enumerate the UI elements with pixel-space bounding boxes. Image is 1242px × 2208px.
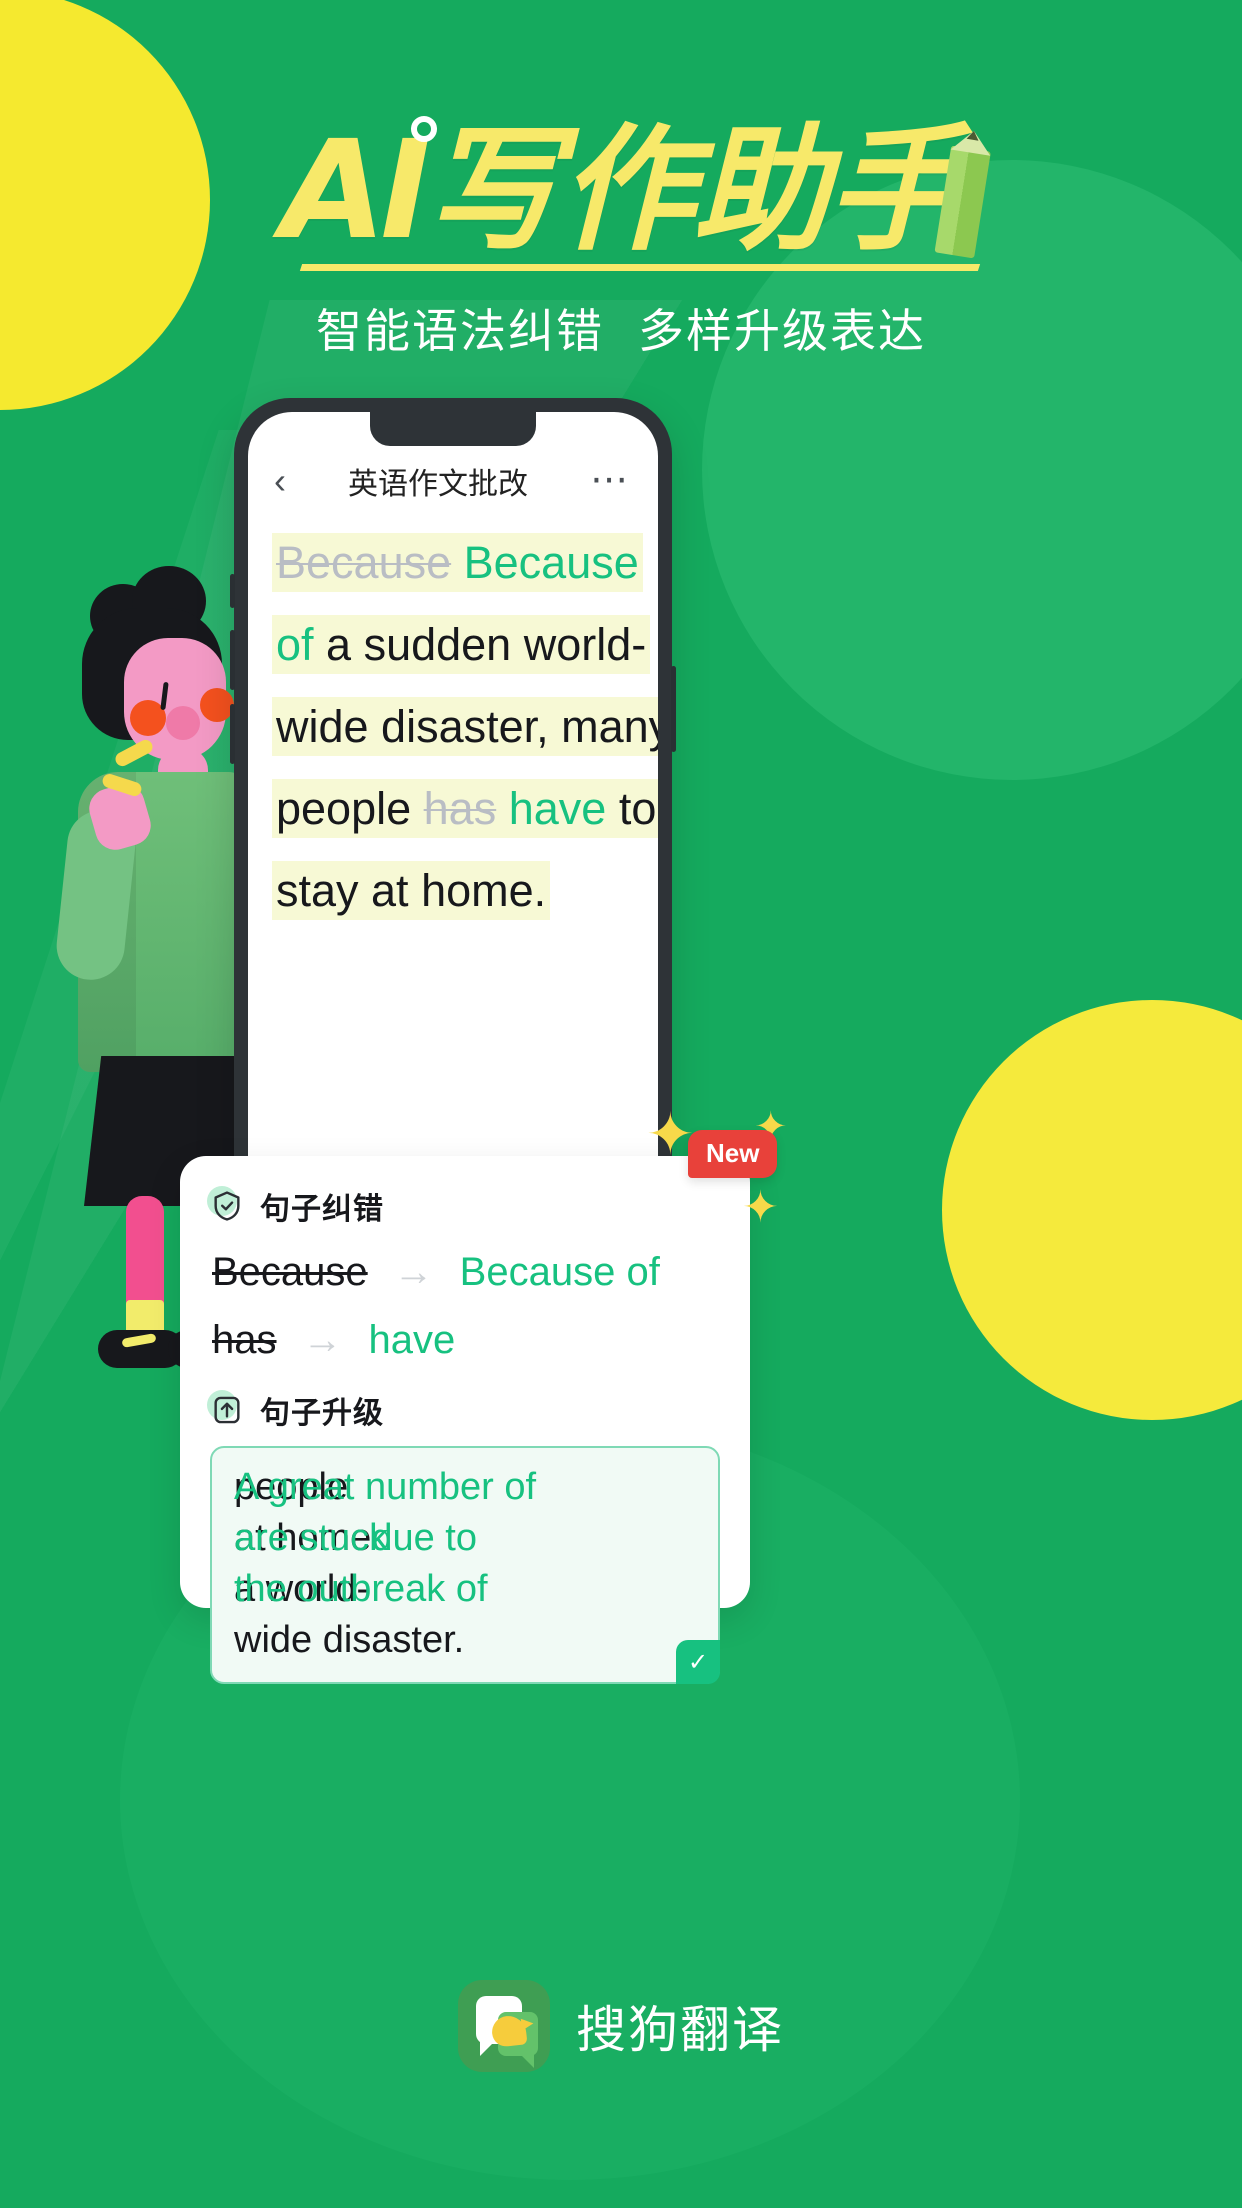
correction-row: Because → Because of (212, 1238, 720, 1306)
essay-inserted-word: Because (463, 537, 639, 588)
essay-line: Because Because (272, 526, 643, 599)
page-title-cn: 写作助手 (424, 114, 963, 266)
app-page-title: 英语作文批改 (348, 468, 528, 501)
arrow-up-box-icon (207, 1390, 244, 1427)
upgrade-section-header: 句子升级 (207, 1388, 720, 1432)
phone-volume-up-button (230, 630, 235, 690)
upgraded-sentence-line: are stuck at home due to (234, 1513, 696, 1564)
essay-inserted-word: have (508, 783, 607, 834)
page-title-wrapper: AI写作助手 (265, 116, 994, 271)
essay-line: wide disaster, many (272, 690, 658, 763)
arrow-right-icon: → (393, 1249, 434, 1294)
essay-line: people has have to (272, 772, 658, 845)
check-icon[interactable]: ✓ (676, 1640, 720, 1684)
page-subtitle-right: 多样升级表达 (638, 305, 926, 357)
correction-fixed-word: have (368, 1317, 456, 1362)
essay-deleted-word: has (423, 783, 497, 834)
arrow-right-icon: → (302, 1317, 343, 1362)
correction-section-header: 句子纠错 (207, 1184, 720, 1228)
chevron-left-icon[interactable]: ‹ (274, 463, 286, 499)
upgrade-section-title: 句子升级 (260, 1397, 384, 1430)
upgraded-sentence-line: A great number of people (234, 1462, 696, 1513)
upgraded-sentence-box: A great number of people are stuck at ho… (210, 1446, 720, 1684)
correction-original-word: Because (212, 1249, 368, 1294)
title-dot-decoration (411, 116, 438, 142)
phone-power-button (671, 666, 676, 752)
upgraded-sentence-line: the outbreak of a world- (234, 1564, 696, 1615)
correction-section-title: 句子纠错 (260, 1193, 384, 1226)
essay-text-body: Because Because of a sudden world- wide … (248, 504, 658, 927)
page-subtitle: 智能语法纠错 多样升级表达 (0, 295, 1242, 361)
upgraded-sentence-line: wide disaster. (234, 1619, 465, 1661)
essay-inserted-word: of (276, 619, 314, 670)
footer-brand: 搜狗翻译 (0, 1980, 1242, 2072)
sparkle-icon: ✦ (742, 1183, 779, 1232)
sogou-translate-app-icon (458, 1980, 550, 2072)
correction-original-word: has (212, 1317, 277, 1362)
ai-result-card: 句子纠错 Because → Because of has → have 句子升… (180, 1156, 750, 1684)
shield-check-icon (207, 1186, 244, 1223)
more-horizontal-icon[interactable]: ⋯ (590, 461, 632, 499)
correction-rows: Because → Because of has → have (212, 1238, 720, 1374)
page-title-en: AI (281, 112, 431, 270)
title-underline-decoration (299, 264, 981, 271)
page-subtitle-left: 智能语法纠错 (316, 305, 604, 357)
essay-line: of a sudden world- (272, 608, 651, 681)
new-badge: New (688, 1130, 778, 1178)
phone-volume-down-button (230, 704, 235, 764)
essay-line: stay at home. (272, 854, 634, 927)
upgrade-highlight: the outbreak of (234, 1568, 488, 1610)
brand-name: 搜狗翻译 (576, 2002, 784, 2058)
header: AI写作助手 智能语法纠错 多样升级表达 (0, 0, 1242, 361)
background-blob-yellow-bottom-right (942, 1000, 1242, 1420)
phone-notch (370, 412, 536, 446)
page-title: AI写作助手 (265, 122, 977, 265)
upgrade-highlight: are stuck (234, 1517, 389, 1559)
essay-deleted-word: Because (276, 537, 452, 588)
upgrade-highlight: due to (371, 1517, 477, 1559)
phone-mute-switch (230, 574, 235, 608)
correction-fixed-word: Because of (459, 1249, 660, 1294)
correction-row: has → have (212, 1306, 720, 1374)
upgrade-highlight: A great number of (234, 1466, 537, 1508)
